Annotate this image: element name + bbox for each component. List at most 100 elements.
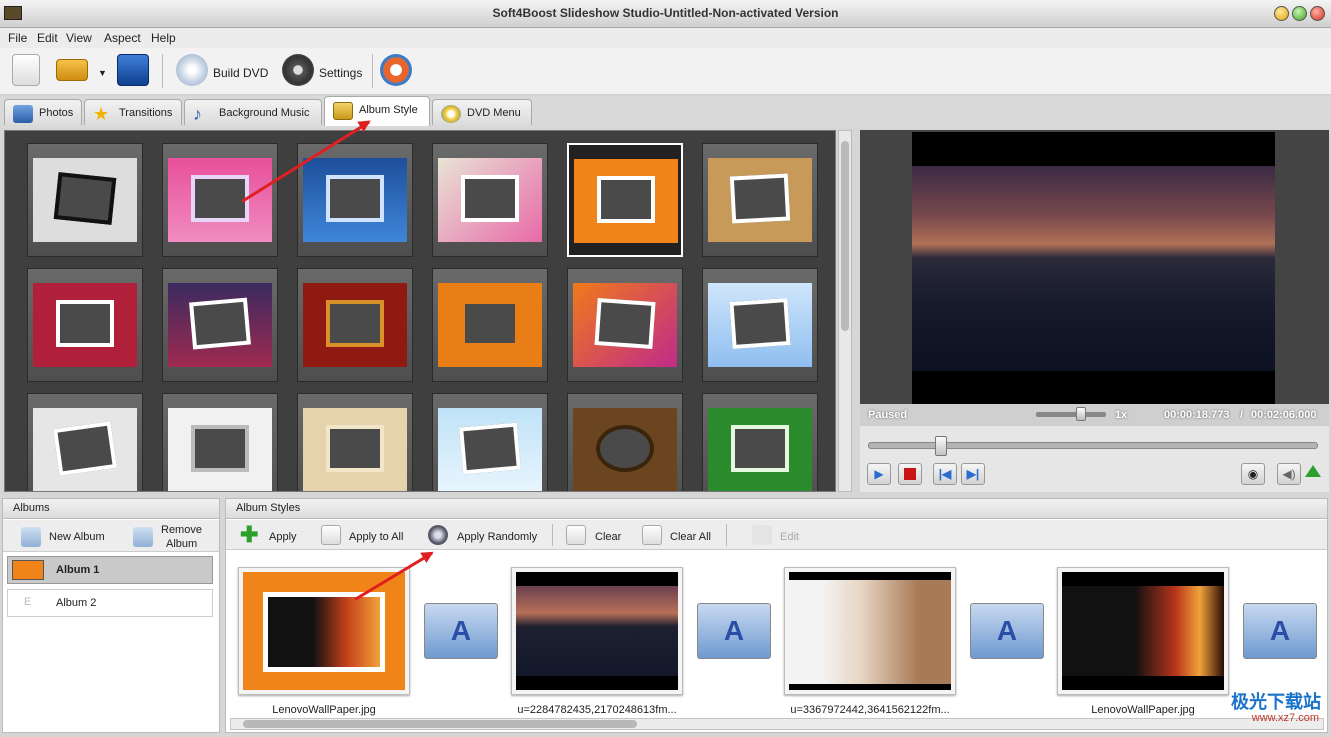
style-thumb[interactable] bbox=[27, 268, 143, 382]
tab-album-style[interactable]: Album Style bbox=[324, 96, 430, 126]
slide-item[interactable] bbox=[238, 567, 410, 695]
current-time: 00:00:18.773 bbox=[1164, 409, 1230, 421]
menu-aspect[interactable]: Aspect bbox=[104, 31, 141, 45]
transition-icon: A bbox=[996, 615, 1018, 646]
menu-help[interactable]: Help bbox=[151, 31, 176, 45]
speed-slider[interactable] bbox=[1036, 412, 1106, 417]
clear-button[interactable]: Clear bbox=[595, 531, 621, 543]
new-album-icon[interactable] bbox=[21, 527, 41, 547]
maximize-button[interactable] bbox=[1292, 6, 1307, 21]
apply-all-icon[interactable] bbox=[321, 525, 341, 545]
style-thumb-selected[interactable] bbox=[567, 143, 683, 257]
seek-knob[interactable] bbox=[935, 436, 947, 456]
new-album-button[interactable]: New Album bbox=[49, 531, 105, 543]
album-styles-header: Album Styles bbox=[226, 499, 1327, 519]
style-thumb[interactable] bbox=[297, 393, 413, 491]
style-thumb[interactable] bbox=[297, 268, 413, 382]
style-thumb[interactable] bbox=[27, 393, 143, 491]
dice-icon[interactable] bbox=[428, 525, 448, 545]
transition-item[interactable]: A bbox=[424, 603, 498, 659]
dvd-disc-icon[interactable] bbox=[176, 54, 208, 86]
style-thumb[interactable] bbox=[162, 268, 278, 382]
album-item-label: Album 1 bbox=[56, 564, 100, 576]
remove-album-button-line2[interactable]: Album bbox=[166, 538, 197, 550]
next-button[interactable]: ▶| bbox=[961, 463, 985, 485]
clear-all-icon[interactable] bbox=[642, 525, 662, 545]
minimize-button[interactable] bbox=[1274, 6, 1289, 21]
scrollbar-thumb[interactable] bbox=[243, 720, 637, 728]
transition-icon: A bbox=[450, 615, 472, 646]
slide-item[interactable] bbox=[511, 567, 683, 695]
new-project-icon[interactable] bbox=[12, 54, 40, 86]
transition-item[interactable]: A bbox=[697, 603, 771, 659]
volume-level-icon[interactable] bbox=[1305, 465, 1321, 477]
remove-album-icon[interactable] bbox=[133, 527, 153, 547]
tab-dvd-menu[interactable]: DVD Menu bbox=[432, 99, 532, 125]
tab-transitions[interactable]: ★ Transitions bbox=[84, 99, 182, 125]
apply-button[interactable]: Apply bbox=[269, 531, 297, 543]
total-time: 00:02:06.000 bbox=[1251, 409, 1317, 421]
watermark-logo: 极光下载站 bbox=[1231, 692, 1321, 712]
edit-icon[interactable] bbox=[752, 525, 772, 545]
chevron-down-icon[interactable]: ▼ bbox=[98, 68, 107, 78]
style-thumb[interactable] bbox=[27, 143, 143, 257]
gallery-scrollbar[interactable] bbox=[838, 130, 852, 492]
transition-item[interactable]: A bbox=[1243, 603, 1317, 659]
albums-header: Albums bbox=[3, 499, 219, 519]
slide-item[interactable] bbox=[1057, 567, 1229, 695]
save-project-icon[interactable] bbox=[117, 54, 149, 86]
volume-icon[interactable]: ◀) bbox=[1277, 463, 1301, 485]
style-thumb[interactable] bbox=[702, 143, 818, 257]
style-thumb[interactable] bbox=[297, 143, 413, 257]
edit-button[interactable]: Edit bbox=[780, 531, 799, 543]
speed-slider-knob[interactable] bbox=[1076, 407, 1086, 421]
open-project-icon[interactable] bbox=[56, 59, 88, 81]
stop-button[interactable] bbox=[898, 463, 922, 485]
tab-photos-label: Photos bbox=[39, 107, 74, 119]
remove-album-button[interactable]: Remove bbox=[161, 524, 202, 536]
album-item-label: Album 2 bbox=[56, 597, 97, 609]
menu-edit[interactable]: Edit bbox=[37, 31, 58, 45]
help-lifebuoy-icon[interactable] bbox=[380, 54, 412, 86]
style-thumb[interactable] bbox=[162, 143, 278, 257]
slides-scrollbar[interactable] bbox=[230, 718, 1324, 730]
plus-icon[interactable]: ✚ bbox=[240, 524, 260, 546]
seek-bar[interactable] bbox=[868, 436, 1318, 456]
album-style-gallery bbox=[4, 130, 836, 492]
build-dvd-button[interactable]: Build DVD bbox=[213, 66, 268, 80]
transition-icon: A bbox=[723, 615, 745, 646]
camera-icon[interactable]: ◉ bbox=[1241, 463, 1265, 485]
style-thumb[interactable] bbox=[702, 268, 818, 382]
tab-background-music[interactable]: ♪ Background Music bbox=[184, 99, 322, 125]
album-item[interactable]: E Album 2 bbox=[7, 589, 213, 617]
apply-randomly-button[interactable]: Apply Randomly bbox=[457, 531, 537, 543]
tab-bar: Photos ★ Transitions ♪ Background Music … bbox=[0, 96, 1331, 128]
style-thumb[interactable] bbox=[162, 393, 278, 491]
slide-item[interactable] bbox=[784, 567, 956, 695]
album-item-selected[interactable]: Album 1 bbox=[7, 556, 213, 584]
slide-filename: u=3367972442,3641562122fm... bbox=[790, 704, 950, 716]
slide-photo bbox=[1062, 586, 1224, 676]
scrollbar-thumb[interactable] bbox=[841, 141, 849, 331]
close-button[interactable] bbox=[1310, 6, 1325, 21]
style-thumb[interactable] bbox=[567, 268, 683, 382]
albums-panel: Albums New Album Remove Album Album 1 E … bbox=[2, 498, 220, 733]
style-thumb[interactable] bbox=[432, 393, 548, 491]
menu-file[interactable]: File bbox=[8, 31, 27, 45]
style-thumb[interactable] bbox=[567, 393, 683, 491]
gear-icon[interactable] bbox=[282, 54, 314, 86]
previous-button[interactable]: |◀ bbox=[933, 463, 957, 485]
video-preview bbox=[912, 132, 1275, 404]
window-title: Soft4Boost Slideshow Studio-Untitled-Non… bbox=[492, 6, 839, 20]
transition-item[interactable]: A bbox=[970, 603, 1044, 659]
style-thumb[interactable] bbox=[432, 268, 548, 382]
apply-to-all-button[interactable]: Apply to All bbox=[349, 531, 403, 543]
clear-icon[interactable] bbox=[566, 525, 586, 545]
menu-view[interactable]: View bbox=[66, 31, 92, 45]
tab-photos[interactable]: Photos bbox=[4, 99, 82, 125]
style-thumb[interactable] bbox=[702, 393, 818, 491]
style-thumb[interactable] bbox=[432, 143, 548, 257]
settings-button[interactable]: Settings bbox=[319, 66, 362, 80]
play-button[interactable]: ▶ bbox=[867, 463, 891, 485]
clear-all-button[interactable]: Clear All bbox=[670, 531, 711, 543]
